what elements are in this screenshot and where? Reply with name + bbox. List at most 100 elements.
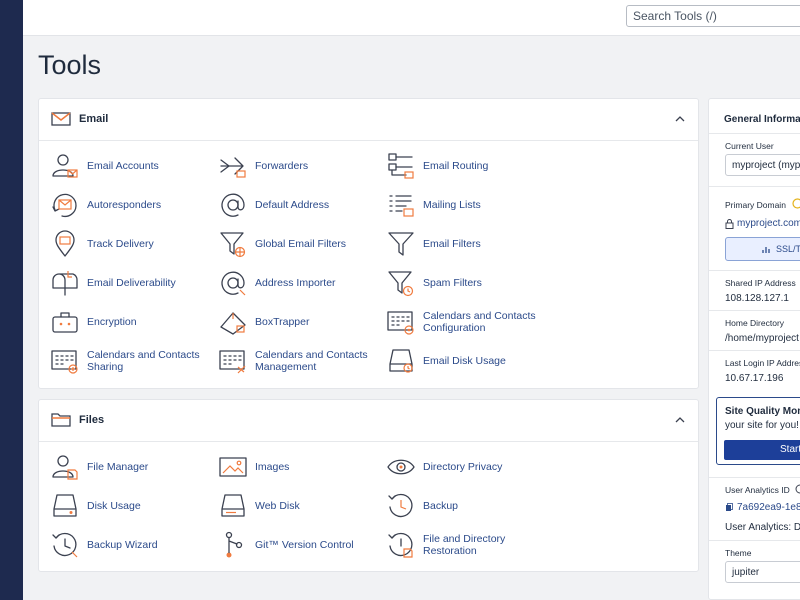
divider (709, 477, 800, 478)
files-panel-header[interactable]: Files (39, 400, 698, 442)
info-warning-icon[interactable] (792, 198, 800, 209)
top-bar (23, 0, 800, 36)
tool-label: Disk Usage (87, 500, 141, 512)
ssl-status-button[interactable]: SSL/TLS Status (725, 237, 800, 261)
tool-label: Email Accounts (87, 160, 159, 172)
tool-directory-privacy[interactable]: Directory Privacy (386, 450, 546, 484)
page-title: Tools (38, 50, 102, 80)
home-directory-label: Home Directory (725, 318, 785, 328)
divider (709, 540, 800, 541)
lock-icon (725, 219, 734, 229)
tool-label: Autoresponders (87, 199, 162, 211)
tool-calendars-contacts-management[interactable]: Calendars and Contacts Management (218, 344, 378, 378)
copy-icon[interactable] (725, 503, 733, 512)
tool-autoresponders[interactable]: Autoresponders (50, 188, 210, 222)
box-trap-icon (220, 312, 246, 335)
backup-clock-icon (388, 493, 413, 518)
tool-file-directory-restoration[interactable]: File and Directory Restoration (386, 528, 546, 562)
ssl-status-label: SSL/TLS Status (776, 244, 800, 254)
tool-label: Git™ Version Control (255, 539, 354, 551)
briefcase-icon (52, 312, 78, 333)
bar-chart-icon (762, 247, 770, 253)
tool-label: Encryption (87, 316, 137, 328)
tool-global-email-filters[interactable]: Global Email Filters (218, 227, 378, 261)
divider (709, 350, 800, 351)
tool-label: Address Importer (255, 277, 336, 289)
tool-email-deliverability[interactable]: Email Deliverability (50, 266, 210, 300)
divider (709, 270, 800, 271)
user-mail-icon (52, 154, 78, 178)
tool-label: Email Disk Usage (423, 355, 506, 367)
tool-email-disk-usage[interactable]: Email Disk Usage (386, 344, 546, 378)
tool-web-disk[interactable]: Web Disk (218, 489, 378, 523)
tool-label: BoxTrapper (255, 316, 310, 328)
analytics-id-label: User Analytics ID (725, 485, 790, 495)
envelope-icon (51, 112, 71, 126)
analytics-id-value[interactable]: 7a692ea9-1e82 (737, 502, 800, 513)
tool-email-routing[interactable]: Email Routing (386, 149, 546, 183)
tool-disk-usage[interactable]: Disk Usage (50, 489, 210, 523)
divider (709, 186, 800, 187)
calendar-gear-icon (387, 311, 414, 335)
primary-domain-link[interactable]: myproject.com (737, 218, 800, 229)
disk-clock-icon (389, 349, 413, 373)
forward-arrow-icon (220, 157, 246, 178)
site-quality-start-button[interactable]: Start (724, 440, 800, 460)
tool-track-delivery[interactable]: Track Delivery (50, 227, 210, 261)
tool-label: Spam Filters (423, 277, 482, 289)
tool-label: Backup Wizard (87, 539, 158, 551)
tool-label: Web Disk (255, 500, 300, 512)
funnel-clock-icon (388, 271, 414, 297)
user-file-icon (52, 455, 78, 480)
theme-select[interactable]: jupiter (725, 561, 800, 583)
chevron-up-icon[interactable] (674, 113, 686, 125)
left-sidebar (0, 0, 23, 600)
files-panel-title: Files (79, 414, 105, 426)
current-user-label: Current User (725, 141, 774, 151)
tool-label: Calendars and Contacts Sharing (87, 349, 200, 373)
backup-wizard-icon (52, 532, 78, 558)
email-panel: Email Email Accounts Forwarders Email Ro… (38, 98, 699, 389)
tool-label: Email Filters (423, 238, 481, 250)
tool-default-address[interactable]: Default Address (218, 188, 378, 222)
general-information-panel: General Information Current User myproje… (708, 98, 800, 600)
autoresponder-icon (52, 193, 77, 218)
tool-boxtrapper[interactable]: BoxTrapper (218, 305, 378, 339)
search-tools-input[interactable] (626, 5, 800, 27)
shared-ip-value: 108.128.127.1 (725, 293, 789, 304)
calendar-edit-icon (219, 350, 246, 374)
tool-encryption[interactable]: Encryption (50, 305, 210, 339)
analytics-status: User Analytics: Di (725, 522, 800, 533)
tool-address-importer[interactable]: Address Importer (218, 266, 378, 300)
help-icon[interactable] (795, 484, 800, 494)
tool-backup-wizard[interactable]: Backup Wizard (50, 528, 210, 562)
chevron-up-icon[interactable] (674, 414, 686, 426)
shared-ip-label: Shared IP Address (725, 278, 796, 288)
site-quality-card: Site Quality Monitoring your site for yo… (716, 397, 800, 465)
tool-images[interactable]: Images (218, 450, 378, 484)
funnel-icon (388, 232, 414, 256)
general-info-title: General Information (724, 114, 800, 125)
tool-spam-filters[interactable]: Spam Filters (386, 266, 546, 300)
tool-file-manager[interactable]: File Manager (50, 450, 210, 484)
list-icon (389, 195, 414, 217)
last-login-value: 10.67.17.196 (725, 373, 784, 384)
tool-backup[interactable]: Backup (386, 489, 546, 523)
tool-calendars-contacts-sharing[interactable]: Calendars and Contacts Sharing (50, 344, 210, 378)
tool-mailing-lists[interactable]: Mailing Lists (386, 188, 546, 222)
disk-icon (53, 494, 77, 517)
tool-label: File Manager (87, 461, 149, 473)
tool-git-version-control[interactable]: Git™ Version Control (218, 528, 378, 562)
site-quality-title: Site Quality Monitoring (725, 406, 800, 417)
map-pin-icon (55, 230, 75, 257)
tool-label: Calendars and Contacts Management (255, 349, 368, 373)
calendar-share-icon (51, 350, 78, 374)
email-panel-header[interactable]: Email (39, 99, 698, 141)
tool-email-filters[interactable]: Email Filters (386, 227, 546, 261)
tool-calendars-contacts-configuration[interactable]: Calendars and Contacts Configuration (386, 305, 546, 339)
tool-label: Directory Privacy (423, 461, 503, 473)
tool-email-accounts[interactable]: Email Accounts (50, 149, 210, 183)
tool-forwarders[interactable]: Forwarders (218, 149, 378, 183)
tool-label: Images (255, 461, 290, 473)
tool-label: Forwarders (255, 160, 309, 172)
